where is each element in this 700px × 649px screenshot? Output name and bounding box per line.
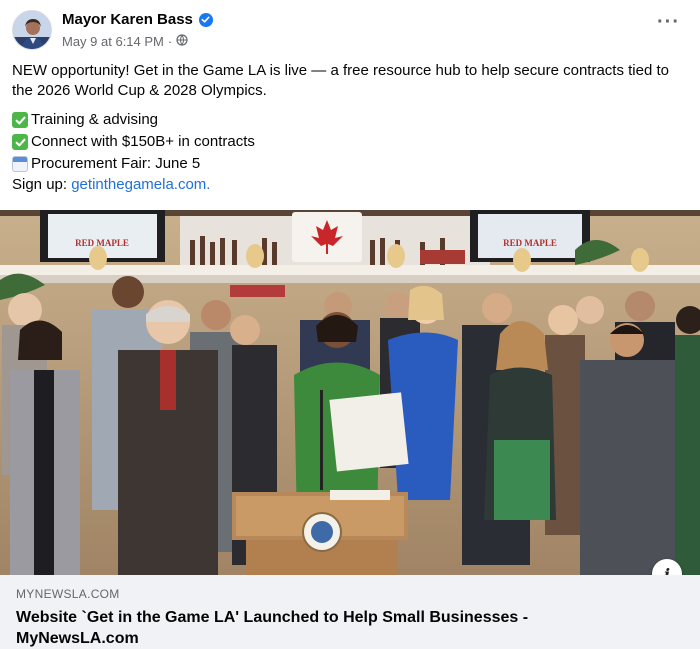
- photo-illustration: RED MAPLE RED MAPLE: [0, 210, 700, 575]
- calendar-icon: [12, 156, 28, 172]
- author-name[interactable]: Mayor Karen Bass: [62, 11, 193, 28]
- check-mark-icon: [12, 134, 28, 150]
- meta-separator: ·: [167, 34, 173, 49]
- signage-text-left: RED MAPLE: [75, 238, 129, 248]
- author-row: Mayor Karen Bass: [62, 11, 213, 28]
- signup-label: Sign up:: [12, 176, 72, 193]
- signage-text-right: RED MAPLE: [503, 238, 557, 248]
- post-body: NEW opportunity! Get in the Game LA is l…: [12, 61, 692, 195]
- globe-icon[interactable]: [176, 34, 188, 49]
- list-item: Training & advising: [12, 109, 692, 131]
- post-header: Mayor Karen Bass May 9 at 6:14 PM · ···: [0, 0, 700, 56]
- list-item: Connect with $150B+ in contracts: [12, 131, 692, 153]
- post-timestamp[interactable]: May 9 at 6:14 PM: [62, 34, 164, 49]
- link-domain: MYNEWSLA.COM: [16, 587, 120, 601]
- post-meta: May 9 at 6:14 PM ·: [62, 34, 188, 49]
- list-item: Procurement Fair: June 5: [12, 153, 692, 175]
- link-preview-card[interactable]: MYNEWSLA.COM Website `Get in the Game LA…: [0, 575, 700, 649]
- post-photo[interactable]: RED MAPLE RED MAPLE: [0, 210, 700, 575]
- bullet-text: Procurement Fair: June 5: [31, 155, 201, 172]
- post-intro: NEW opportunity! Get in the Game LA is l…: [12, 62, 669, 99]
- signup-line: Sign up: getinthegamela.com.: [12, 175, 692, 195]
- check-mark-icon: [12, 112, 28, 128]
- link-title[interactable]: Website `Get in the Game LA' Launched to…: [16, 607, 636, 649]
- bullet-text: Connect with $150B+ in contracts: [31, 133, 255, 150]
- signup-link[interactable]: getinthegamela.com.: [71, 176, 210, 193]
- bullet-text: Training & advising: [31, 111, 159, 128]
- avatar[interactable]: [12, 10, 52, 50]
- verified-badge-icon: [198, 12, 213, 27]
- more-options-icon[interactable]: ···: [657, 12, 680, 32]
